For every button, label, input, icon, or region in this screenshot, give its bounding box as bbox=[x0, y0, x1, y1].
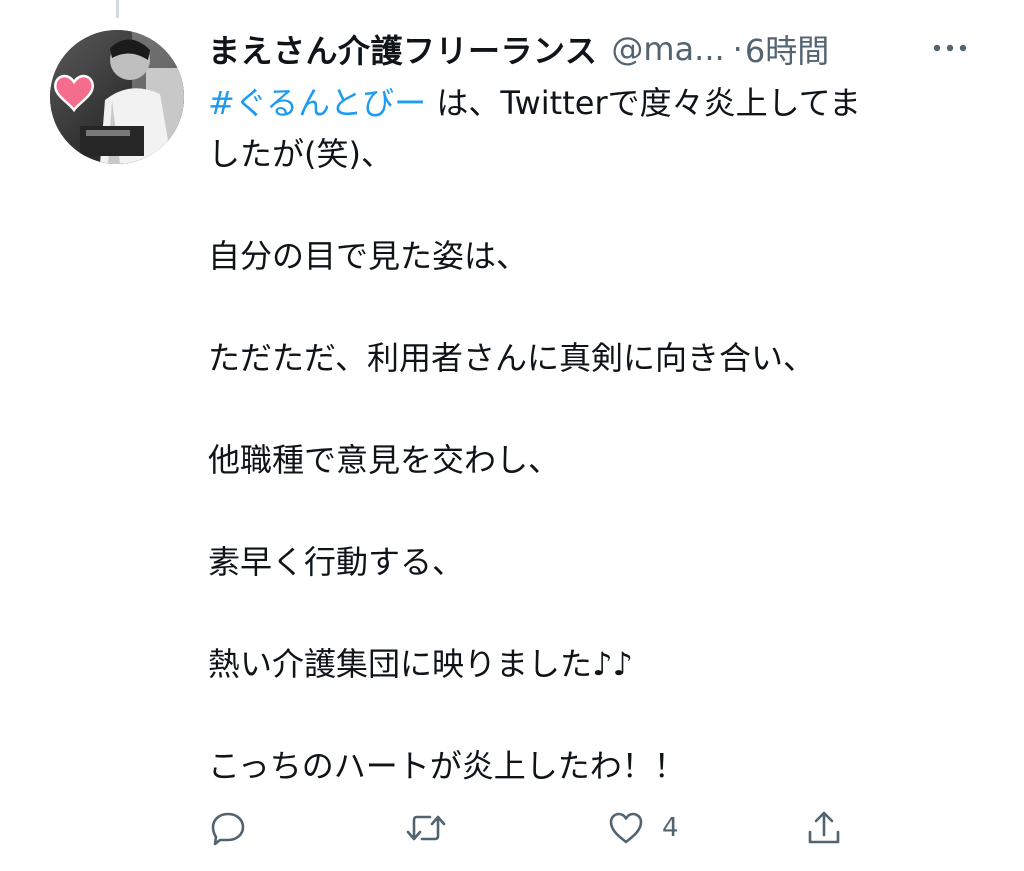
retweet-button[interactable] bbox=[404, 806, 448, 850]
tweet-header: まえさん介護フリーランス @ma... · 6時間 bbox=[208, 24, 978, 74]
share-upload-icon bbox=[808, 811, 840, 844]
like-count: 4 bbox=[662, 813, 679, 843]
tweet-line-7: 熱い介護集団に映りました♪♪ bbox=[208, 645, 633, 683]
share-button[interactable] bbox=[804, 806, 844, 850]
three-dots-icon[interactable] bbox=[930, 36, 970, 60]
author-name[interactable]: まえさん介護フリーランス bbox=[208, 26, 597, 72]
author-handle[interactable]: @ma... bbox=[611, 30, 724, 68]
tweet-action-bar: 4 bbox=[208, 806, 948, 850]
avatar[interactable] bbox=[50, 30, 184, 164]
like-button[interactable]: 4 bbox=[606, 806, 679, 850]
tweet-line-6: 素早く行動する、 bbox=[208, 543, 465, 581]
speech-bubble-icon bbox=[211, 812, 245, 846]
separator-dot: · bbox=[732, 30, 743, 68]
tweet-line-1: #ぐるんとびー は、Twitterで度々炎上してま bbox=[208, 78, 978, 129]
retweet-arrows-icon bbox=[406, 815, 446, 841]
reply-button[interactable] bbox=[208, 806, 248, 850]
heart-icon bbox=[609, 812, 643, 844]
hashtag-link[interactable]: #ぐるんとびー bbox=[208, 84, 426, 122]
thread-connector-line bbox=[116, 0, 119, 18]
tweet-text: #ぐるんとびー は、Twitterで度々炎上してま したが(笑)、 自分の目で見… bbox=[208, 78, 978, 792]
tweet-line-5: 他職種で意見を交わし、 bbox=[208, 441, 561, 479]
tweet-timestamp[interactable]: 6時間 bbox=[745, 26, 829, 72]
tweet-line-1-text: は、Twitterで度々炎上してま bbox=[426, 84, 862, 122]
tweet-line-4: ただただ、利用者さんに真剣に向き合い、 bbox=[208, 339, 816, 377]
tweet-line-2: したが(笑)、 bbox=[208, 135, 393, 173]
tweet-line-3: 自分の目で見た姿は、 bbox=[208, 237, 529, 275]
tweet-line-8: こっちのハートが炎上したわ！！ bbox=[208, 747, 686, 785]
